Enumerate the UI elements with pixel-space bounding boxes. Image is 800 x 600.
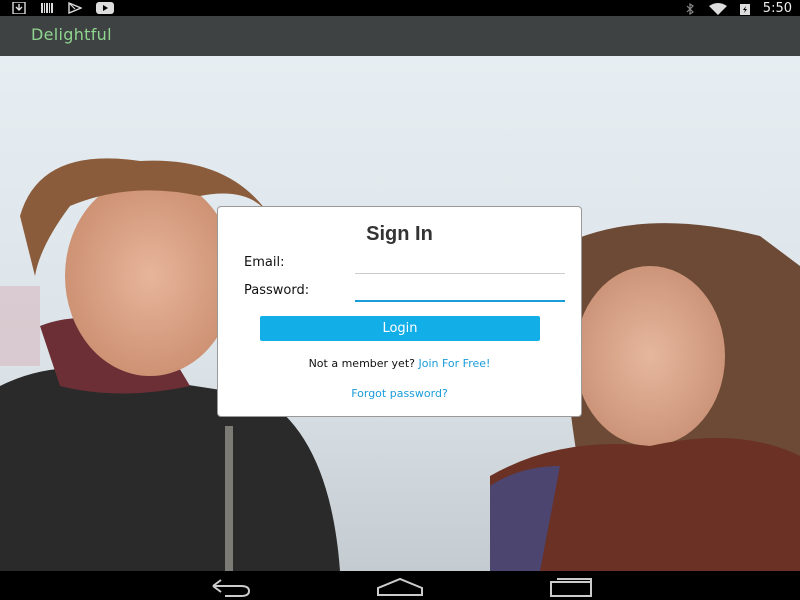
app-title: Delightful bbox=[31, 25, 112, 44]
email-field[interactable] bbox=[355, 255, 565, 274]
status-left-icons bbox=[12, 2, 114, 14]
status-bar: 5:50 bbox=[0, 0, 800, 16]
signup-prompt: Not a member yet? Join For Free! bbox=[218, 357, 581, 370]
play-store-icon bbox=[68, 2, 82, 14]
sign-in-title: Sign In bbox=[366, 223, 433, 245]
youtube-icon bbox=[96, 2, 114, 14]
app-bar: Delightful bbox=[0, 16, 800, 56]
forgot-password-link[interactable]: Forgot password? bbox=[351, 387, 448, 400]
status-right-icons: 5:50 bbox=[683, 1, 792, 16]
battery-icon bbox=[739, 3, 750, 15]
forgot-password-row: Forgot password? bbox=[218, 387, 581, 400]
download-icon bbox=[12, 2, 26, 14]
navigation-bar bbox=[0, 571, 800, 600]
password-label: Password: bbox=[244, 283, 310, 298]
clock-time: 5:50 bbox=[762, 1, 792, 16]
back-icon[interactable] bbox=[205, 574, 253, 598]
password-field[interactable] bbox=[355, 282, 565, 302]
barcode-icon bbox=[41, 3, 53, 13]
wifi-icon bbox=[708, 2, 727, 15]
login-button[interactable]: Login bbox=[260, 316, 540, 341]
sign-in-card: Sign In Email: Password: Login Not a mem… bbox=[217, 206, 582, 417]
recents-icon[interactable] bbox=[547, 574, 595, 598]
join-for-free-link[interactable]: Join For Free! bbox=[418, 357, 490, 370]
bluetooth-icon bbox=[686, 2, 694, 15]
email-label: Email: bbox=[244, 255, 285, 270]
home-icon[interactable] bbox=[376, 574, 424, 598]
not-member-text: Not a member yet? bbox=[308, 357, 415, 370]
